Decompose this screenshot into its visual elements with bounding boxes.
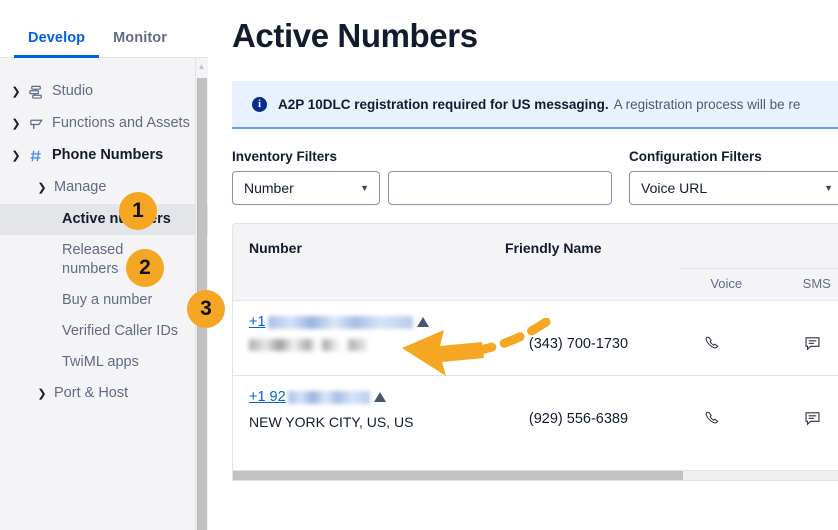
sidebar-item-label: Studio (52, 83, 94, 99)
sidebar-nav-scroll: ❯ Studio ❯ Functions and Assets ❯ Phone … (0, 58, 208, 530)
sidebar-item-twiml-apps[interactable]: TwiML apps (0, 347, 208, 378)
sidebar-item-label: Verified Caller IDs (62, 323, 179, 339)
table-row[interactable]: +1 92 NEW YORK CITY, US, US (929) 556-63… (233, 375, 838, 450)
phone-icon (705, 411, 719, 424)
sidebar-item-studio[interactable]: ❯ Studio (0, 76, 208, 108)
sidebar-item-label: Phone Numbers (52, 147, 164, 163)
number-location: NEW YORK CITY, US, US (249, 414, 414, 430)
hash-icon (24, 146, 48, 164)
inventory-filter-input[interactable] (388, 171, 612, 205)
column-header-friendly-name: Friendly Name (505, 240, 602, 256)
sidebar-item-manage[interactable]: ❯ Manage (0, 172, 208, 204)
sidebar-nav-list: ❯ Studio ❯ Functions and Assets ❯ Phone … (0, 58, 208, 410)
scroll-up-arrow-icon[interactable]: ▲ (197, 62, 206, 71)
inventory-filters-label: Inventory Filters (232, 149, 338, 164)
banner-text: A registration process will be re (613, 96, 801, 112)
chevron-down-icon: ▼ (360, 183, 369, 193)
configuration-filters-label: Configuration Filters (629, 149, 762, 164)
table-row[interactable]: +1 (343) 700-1730 (233, 300, 838, 375)
chevron-down-icon[interactable]: ❯ (34, 178, 50, 198)
sidebar-item-label: Functions and Assets (52, 115, 190, 131)
annotation-badge-2: 2 (126, 249, 164, 287)
sidebar-item-port-and-host[interactable]: ❯ Port & Host (0, 378, 208, 410)
configuration-filter-controls: Voice URL ▼ (629, 171, 838, 205)
redacted-location (249, 339, 367, 351)
number-location (249, 339, 494, 351)
configuration-filter-select[interactable]: Voice URL ▼ (629, 171, 838, 205)
number-link[interactable]: +1 (249, 314, 266, 330)
filters-row: Inventory Filters Number ▼ Configuration… (232, 149, 838, 205)
annotation-badge-1: 1 (119, 192, 157, 230)
inventory-filter-select-value: Number (244, 180, 294, 196)
cell-friendly-name: (929) 556-6389 (528, 411, 629, 427)
sidebar: Develop Monitor ❯ Studio ❯ Functions and… (0, 0, 208, 530)
redacted-number (287, 390, 370, 404)
active-numbers-table: Number Friendly Name Voice SMS +1 (343) … (232, 223, 838, 481)
cell-friendly-name: (343) 700-1730 (528, 336, 629, 352)
cell-sms-capability (762, 389, 838, 428)
chevron-right-icon[interactable]: ❯ (8, 114, 24, 134)
redacted-number (267, 315, 413, 329)
banner-headline: A2P 10DLC registration required for US m… (278, 96, 609, 112)
chevron-right-icon[interactable]: ❯ (8, 82, 24, 102)
sidebar-item-released-numbers[interactable]: Released numbers (0, 235, 208, 285)
capability-triangle-icon (373, 392, 386, 402)
cell-voice-capability (663, 389, 763, 428)
cell-sms-capability (762, 314, 838, 353)
info-icon: i (252, 96, 267, 112)
app-root: Develop Monitor ❯ Studio ❯ Functions and… (0, 0, 838, 530)
studio-icon (24, 82, 48, 101)
column-header-number: Number (249, 240, 302, 256)
capability-triangle-icon (416, 317, 429, 327)
tab-develop[interactable]: Develop (14, 30, 100, 58)
cell-voice-capability (663, 314, 763, 353)
number-link-line: +1 92 (249, 389, 494, 405)
configuration-filters-group: Configuration Filters Voice URL ▼ (629, 149, 838, 205)
sidebar-item-active-numbers[interactable]: Active numbers (0, 204, 208, 235)
table-horizontal-scrollbar-thumb[interactable] (233, 471, 683, 480)
sidebar-item-label: Manage (54, 179, 107, 195)
sidebar-item-functions-and-assets[interactable]: ❯ Functions and Assets (0, 108, 208, 140)
inventory-filters-group: Inventory Filters Number ▼ (232, 149, 612, 205)
sidebar-item-label: Port & Host (54, 385, 129, 401)
chevron-down-icon: ▼ (824, 183, 833, 193)
sidebar-item-verified-caller-ids[interactable]: Verified Caller IDs (0, 316, 208, 347)
table-header: Number Friendly Name Voice SMS (233, 224, 838, 300)
inventory-filter-controls: Number ▼ (232, 171, 612, 205)
number-link-line: +1 (249, 314, 494, 330)
message-icon (805, 337, 820, 351)
sidebar-item-label: TwiML apps (62, 354, 139, 370)
column-header-sms: SMS (802, 276, 831, 291)
table-header-top: Number Friendly Name (233, 224, 838, 256)
message-icon (805, 412, 820, 426)
table-horizontal-scrollbar-track[interactable] (233, 470, 838, 480)
sidebar-tabbar: Develop Monitor (0, 0, 208, 58)
column-header-voice: Voice (710, 276, 743, 291)
inventory-filter-select[interactable]: Number ▼ (232, 171, 380, 205)
number-link[interactable]: +1 92 (249, 389, 286, 405)
chevron-right-icon[interactable]: ❯ (34, 384, 50, 404)
chevron-down-icon[interactable]: ❯ (8, 146, 24, 166)
cell-number: +1 (233, 314, 494, 351)
sidebar-item-phone-numbers[interactable]: ❯ Phone Numbers (0, 140, 208, 172)
table-header-capabilities: Voice SMS (681, 268, 838, 291)
tab-monitor[interactable]: Monitor (99, 30, 181, 57)
main-content: Active Numbers i A2P 10DLC registration … (208, 0, 838, 530)
annotation-badge-3: 3 (187, 290, 225, 328)
a2p-registration-banner: i A2P 10DLC registration required for US… (232, 81, 838, 129)
sidebar-item-buy-a-number[interactable]: Buy a number (0, 285, 208, 316)
functions-icon (24, 114, 48, 133)
configuration-filter-select-value: Voice URL (641, 180, 708, 196)
cell-number: +1 92 NEW YORK CITY, US, US (233, 389, 494, 430)
page-title: Active Numbers (232, 17, 478, 54)
sidebar-item-label: Buy a number (62, 292, 153, 308)
phone-icon (705, 336, 719, 349)
